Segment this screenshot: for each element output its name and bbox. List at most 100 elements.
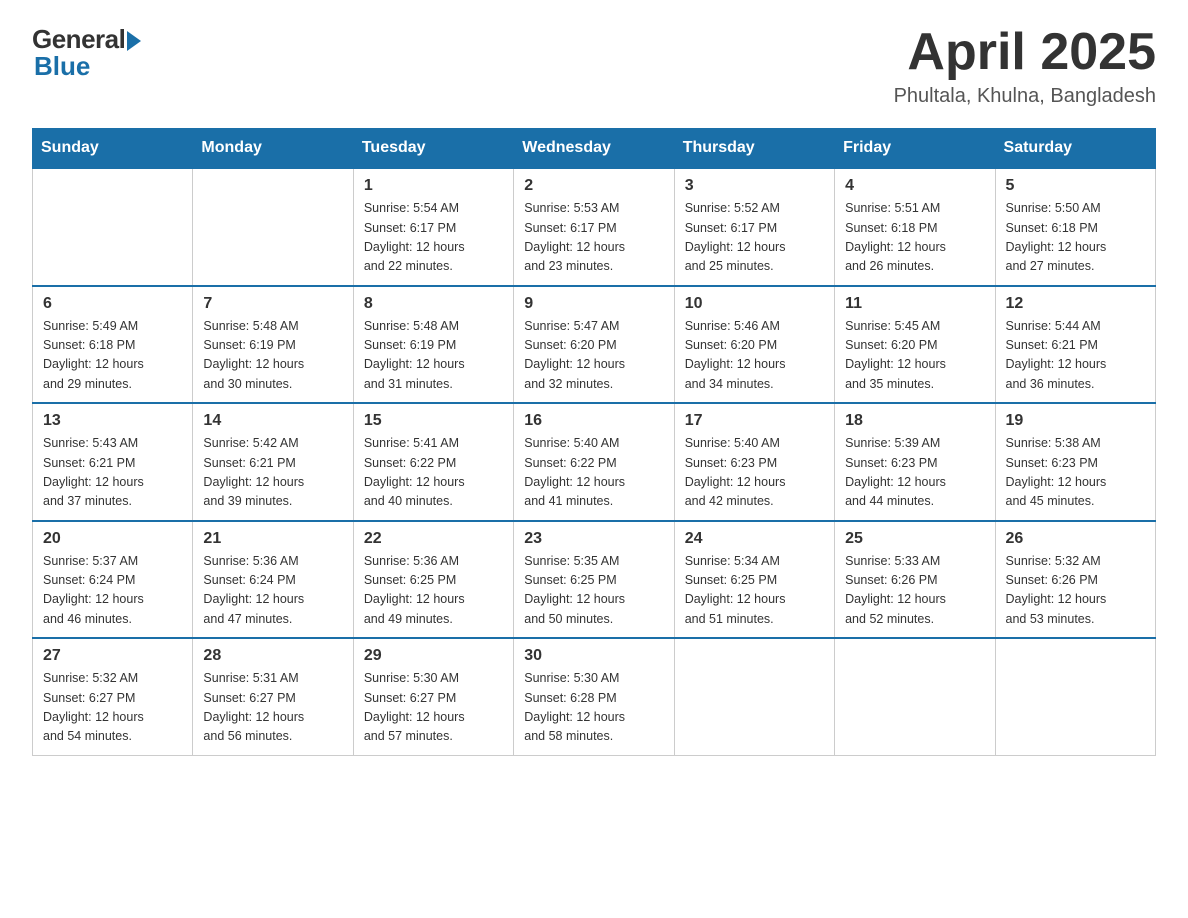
weekday-header-sunday: Sunday	[33, 129, 193, 169]
weekday-header-saturday: Saturday	[995, 129, 1155, 169]
day-number: 18	[845, 412, 984, 430]
calendar-cell: 28 Sunrise: 5:31 AMSunset: 6:27 PMDayligh…	[193, 638, 353, 755]
calendar-cell	[674, 638, 834, 755]
calendar-week-row: 20 Sunrise: 5:37 AMSunset: 6:24 PMDayligh…	[33, 521, 1156, 639]
day-number: 13	[43, 412, 182, 430]
day-info: Sunrise: 5:30 AMSunset: 6:28 PMDaylight:…	[524, 669, 663, 747]
logo-triangle-icon	[127, 31, 141, 51]
day-number: 3	[685, 177, 824, 195]
calendar-cell: 29Sunrise: 5:30 AMSunset: 6:27 PMDayligh…	[353, 638, 513, 755]
day-info: Sunrise: 5:51 AMSunset: 6:18 PMDaylight:…	[845, 199, 984, 277]
logo-blue-text: Blue	[34, 51, 90, 82]
calendar-cell: 21 Sunrise: 5:36 AMSunset: 6:24 PMDayligh…	[193, 521, 353, 639]
day-number: 24	[685, 530, 824, 548]
calendar-cell: 17Sunrise: 5:40 AMSunset: 6:23 PMDayligh…	[674, 403, 834, 521]
day-info: Sunrise: 5:32 AMSunset: 6:27 PMDaylight:…	[43, 669, 182, 747]
calendar-title: April 2025	[894, 24, 1156, 81]
calendar-week-row: 27 Sunrise: 5:32 AMSunset: 6:27 PMDayligh…	[33, 638, 1156, 755]
day-number: 12	[1006, 295, 1145, 313]
day-number: 26	[1006, 530, 1145, 548]
weekday-header-tuesday: Tuesday	[353, 129, 513, 169]
day-info: Sunrise: 5:53 AMSunset: 6:17 PMDaylight:…	[524, 199, 663, 277]
day-info: Sunrise: 5:36 AMSunset: 6:24 PMDaylight:…	[203, 552, 342, 630]
calendar-cell: 26 Sunrise: 5:32 AMSunset: 6:26 PMDayligh…	[995, 521, 1155, 639]
day-info: Sunrise: 5:37 AMSunset: 6:24 PMDaylight:…	[43, 552, 182, 630]
calendar-location: Phultala, Khulna, Bangladesh	[894, 85, 1156, 108]
calendar-cell: 3Sunrise: 5:52 AMSunset: 6:17 PMDaylight…	[674, 168, 834, 286]
title-block: April 2025 Phultala, Khulna, Bangladesh	[894, 24, 1156, 108]
calendar-cell: 6 Sunrise: 5:49 AMSunset: 6:18 PMDaylight…	[33, 286, 193, 404]
day-number: 5	[1006, 177, 1145, 195]
calendar-cell: 30Sunrise: 5:30 AMSunset: 6:28 PMDayligh…	[514, 638, 674, 755]
day-number: 2	[524, 177, 663, 195]
day-number: 28	[203, 647, 342, 665]
calendar-cell: 7 Sunrise: 5:48 AMSunset: 6:19 PMDaylight…	[193, 286, 353, 404]
calendar-cell	[995, 638, 1155, 755]
calendar-cell: 22Sunrise: 5:36 AMSunset: 6:25 PMDayligh…	[353, 521, 513, 639]
day-info: Sunrise: 5:54 AMSunset: 6:17 PMDaylight:…	[364, 199, 503, 277]
day-info: Sunrise: 5:32 AMSunset: 6:26 PMDaylight:…	[1006, 552, 1145, 630]
day-number: 9	[524, 295, 663, 313]
weekday-header-wednesday: Wednesday	[514, 129, 674, 169]
day-info: Sunrise: 5:46 AMSunset: 6:20 PMDaylight:…	[685, 317, 824, 395]
calendar-week-row: 1 Sunrise: 5:54 AMSunset: 6:17 PMDaylight…	[33, 168, 1156, 286]
calendar-cell: 16 Sunrise: 5:40 AMSunset: 6:22 PMDayligh…	[514, 403, 674, 521]
day-number: 27	[43, 647, 182, 665]
logo: General Blue	[32, 24, 141, 82]
calendar-cell: 8Sunrise: 5:48 AMSunset: 6:19 PMDaylight…	[353, 286, 513, 404]
day-info: Sunrise: 5:38 AMSunset: 6:23 PMDaylight:…	[1006, 434, 1145, 512]
calendar-cell: 14 Sunrise: 5:42 AMSunset: 6:21 PMDayligh…	[193, 403, 353, 521]
calendar-cell: 9 Sunrise: 5:47 AMSunset: 6:20 PMDaylight…	[514, 286, 674, 404]
calendar-cell	[835, 638, 995, 755]
calendar-cell	[193, 168, 353, 286]
calendar-week-row: 13 Sunrise: 5:43 AMSunset: 6:21 PMDayligh…	[33, 403, 1156, 521]
day-number: 1	[364, 177, 503, 195]
day-info: Sunrise: 5:33 AMSunset: 6:26 PMDaylight:…	[845, 552, 984, 630]
day-number: 14	[203, 412, 342, 430]
calendar-cell: 23Sunrise: 5:35 AMSunset: 6:25 PMDayligh…	[514, 521, 674, 639]
day-info: Sunrise: 5:47 AMSunset: 6:20 PMDaylight:…	[524, 317, 663, 395]
calendar-cell: 1 Sunrise: 5:54 AMSunset: 6:17 PMDaylight…	[353, 168, 513, 286]
calendar-cell: 4 Sunrise: 5:51 AMSunset: 6:18 PMDaylight…	[835, 168, 995, 286]
calendar-cell: 24 Sunrise: 5:34 AMSunset: 6:25 PMDayligh…	[674, 521, 834, 639]
day-number: 22	[364, 530, 503, 548]
day-number: 20	[43, 530, 182, 548]
day-number: 16	[524, 412, 663, 430]
calendar-body: 1 Sunrise: 5:54 AMSunset: 6:17 PMDaylight…	[33, 168, 1156, 755]
calendar-week-row: 6 Sunrise: 5:49 AMSunset: 6:18 PMDaylight…	[33, 286, 1156, 404]
page-header: General Blue April 2025 Phultala, Khulna…	[32, 24, 1156, 108]
weekday-header-monday: Monday	[193, 129, 353, 169]
calendar-header: SundayMondayTuesdayWednesdayThursdayFrid…	[33, 129, 1156, 169]
calendar-cell: 25Sunrise: 5:33 AMSunset: 6:26 PMDayligh…	[835, 521, 995, 639]
day-info: Sunrise: 5:43 AMSunset: 6:21 PMDaylight:…	[43, 434, 182, 512]
day-info: Sunrise: 5:30 AMSunset: 6:27 PMDaylight:…	[364, 669, 503, 747]
day-info: Sunrise: 5:34 AMSunset: 6:25 PMDaylight:…	[685, 552, 824, 630]
calendar-cell: 10 Sunrise: 5:46 AMSunset: 6:20 PMDayligh…	[674, 286, 834, 404]
day-number: 7	[203, 295, 342, 313]
day-info: Sunrise: 5:44 AMSunset: 6:21 PMDaylight:…	[1006, 317, 1145, 395]
day-info: Sunrise: 5:49 AMSunset: 6:18 PMDaylight:…	[43, 317, 182, 395]
day-number: 19	[1006, 412, 1145, 430]
calendar-cell: 19 Sunrise: 5:38 AMSunset: 6:23 PMDayligh…	[995, 403, 1155, 521]
calendar-cell: 18Sunrise: 5:39 AMSunset: 6:23 PMDayligh…	[835, 403, 995, 521]
day-info: Sunrise: 5:35 AMSunset: 6:25 PMDaylight:…	[524, 552, 663, 630]
calendar-cell: 15Sunrise: 5:41 AMSunset: 6:22 PMDayligh…	[353, 403, 513, 521]
calendar-cell: 5 Sunrise: 5:50 AMSunset: 6:18 PMDaylight…	[995, 168, 1155, 286]
day-info: Sunrise: 5:42 AMSunset: 6:21 PMDaylight:…	[203, 434, 342, 512]
calendar-cell: 27 Sunrise: 5:32 AMSunset: 6:27 PMDayligh…	[33, 638, 193, 755]
calendar-cell	[33, 168, 193, 286]
day-info: Sunrise: 5:48 AMSunset: 6:19 PMDaylight:…	[203, 317, 342, 395]
day-number: 6	[43, 295, 182, 313]
calendar-cell: 11 Sunrise: 5:45 AMSunset: 6:20 PMDayligh…	[835, 286, 995, 404]
day-number: 10	[685, 295, 824, 313]
day-info: Sunrise: 5:31 AMSunset: 6:27 PMDaylight:…	[203, 669, 342, 747]
day-number: 11	[845, 295, 984, 313]
day-number: 8	[364, 295, 503, 313]
day-info: Sunrise: 5:45 AMSunset: 6:20 PMDaylight:…	[845, 317, 984, 395]
day-number: 21	[203, 530, 342, 548]
day-info: Sunrise: 5:40 AMSunset: 6:23 PMDaylight:…	[685, 434, 824, 512]
day-info: Sunrise: 5:40 AMSunset: 6:22 PMDaylight:…	[524, 434, 663, 512]
day-info: Sunrise: 5:50 AMSunset: 6:18 PMDaylight:…	[1006, 199, 1145, 277]
weekday-header-thursday: Thursday	[674, 129, 834, 169]
day-number: 4	[845, 177, 984, 195]
